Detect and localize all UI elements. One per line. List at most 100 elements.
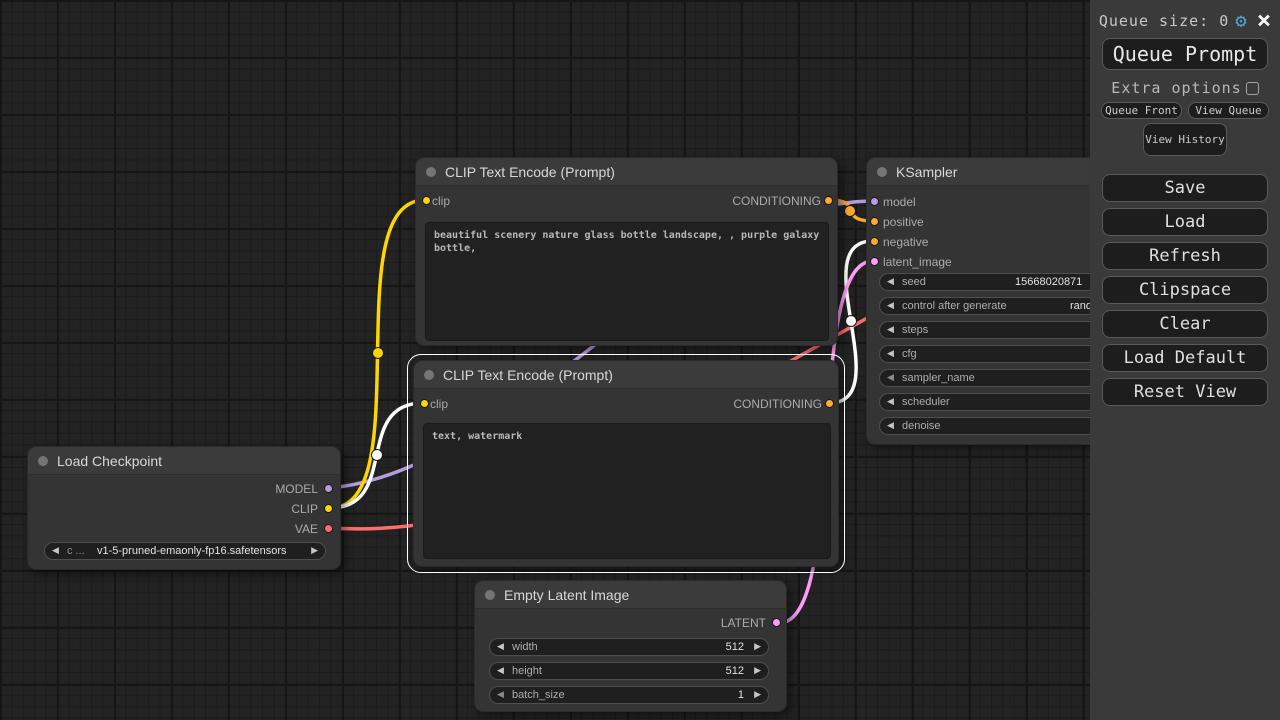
input-label: clip <box>430 397 449 411</box>
node-empty-latent-image[interactable]: Empty Latent Image LATENT ◀ width 512 ▶ … <box>474 580 787 712</box>
queue-prompt-button[interactable]: Queue Prompt <box>1102 38 1268 70</box>
input-slot-clip[interactable] <box>422 196 431 205</box>
input-slot-negative[interactable] <box>870 237 879 246</box>
input-label: positive <box>883 215 924 229</box>
widget-value: v1-5-pruned-emaonly-fp16.safetensors <box>97 545 287 557</box>
input-slot-latent-image[interactable] <box>870 257 879 266</box>
output-slot-conditioning[interactable] <box>825 399 834 408</box>
input-label: clip <box>432 194 451 208</box>
widget-label: scheduler <box>902 396 950 408</box>
decrement-arrow-icon[interactable]: ◀ <box>887 324 894 335</box>
extra-options-label: Extra options <box>1111 79 1242 97</box>
widget-label: cfg <box>902 348 917 360</box>
output-label: CONDITIONING <box>732 194 821 208</box>
clear-button[interactable]: Clear <box>1102 310 1268 338</box>
collapse-dot-icon[interactable] <box>485 590 495 600</box>
widget-label: control after generate <box>902 300 1007 312</box>
positive-prompt-textarea[interactable]: beautiful scenery nature glass bottle la… <box>425 222 829 341</box>
decrement-arrow-icon[interactable]: ◀ <box>887 348 894 359</box>
collapse-dot-icon[interactable] <box>877 167 887 177</box>
node-header[interactable]: Empty Latent Image <box>475 581 786 609</box>
queue-front-button[interactable]: Queue Front <box>1101 102 1182 119</box>
node-clip-text-encode-negative[interactable]: CLIP Text Encode (Prompt) clip CONDITION… <box>407 354 845 573</box>
decrement-arrow-icon[interactable]: ◀ <box>497 665 504 676</box>
output-slot-model[interactable] <box>324 484 333 493</box>
negative-prompt-textarea[interactable]: text, watermark <box>423 423 831 559</box>
node-load-checkpoint[interactable]: Load Checkpoint MODEL CLIP VAE ◀ c ... v… <box>27 446 341 570</box>
close-icon[interactable]: × <box>1257 8 1271 32</box>
widget-label: denoise <box>902 420 941 432</box>
output-label: VAE <box>294 522 318 536</box>
link-midpoint-dot <box>844 205 856 217</box>
node-title: Load Checkpoint <box>57 453 163 469</box>
increment-arrow-icon[interactable]: ▶ <box>754 641 761 652</box>
input-slot-model[interactable] <box>870 197 879 206</box>
node-header[interactable]: CLIP Text Encode (Prompt) <box>416 158 837 186</box>
increment-arrow-icon[interactable]: ▶ <box>754 665 761 676</box>
widget-label: batch_size <box>512 689 565 701</box>
input-slot-positive[interactable] <box>870 217 879 226</box>
decrement-arrow-icon[interactable]: ◀ <box>497 689 504 700</box>
decrement-arrow-icon[interactable]: ◀ <box>887 420 894 431</box>
extra-options-checkbox[interactable] <box>1245 81 1259 95</box>
input-label: latent_image <box>883 255 952 269</box>
decrement-arrow-icon[interactable]: ◀ <box>887 276 894 287</box>
node-graph-canvas[interactable]: { "icons": { "left_arrow": "◀", "right_a… <box>0 0 1280 720</box>
node-title: KSampler <box>896 164 958 180</box>
decrement-arrow-icon[interactable]: ◀ <box>887 372 894 383</box>
link-midpoint-dot <box>371 449 383 461</box>
refresh-button[interactable]: Refresh <box>1102 242 1268 270</box>
widget-value: 1 <box>737 689 744 701</box>
output-label: CLIP <box>291 502 318 516</box>
node-clip-text-encode-positive[interactable]: CLIP Text Encode (Prompt) clip CONDITION… <box>415 157 838 346</box>
queue-size-label: Queue size: 0 <box>1098 12 1230 30</box>
node-title: CLIP Text Encode (Prompt) <box>443 367 613 383</box>
link-midpoint-dot <box>372 347 384 359</box>
collapse-dot-icon[interactable] <box>426 167 436 177</box>
input-slot-clip[interactable] <box>420 399 429 408</box>
gear-icon[interactable]: ⚙ <box>1235 11 1246 31</box>
load-button[interactable]: Load <box>1102 208 1268 236</box>
node-title: CLIP Text Encode (Prompt) <box>445 164 615 180</box>
batch-size-widget[interactable]: ◀ batch_size 1 ▶ <box>489 686 769 704</box>
widget-label: width <box>512 641 538 653</box>
decrement-arrow-icon[interactable]: ◀ <box>52 545 59 556</box>
output-slot-vae[interactable] <box>324 524 333 533</box>
reset-view-button[interactable]: Reset View <box>1102 378 1268 406</box>
widget-label: height <box>512 665 542 677</box>
increment-arrow-icon[interactable]: ▶ <box>754 689 761 700</box>
link-midpoint-dot <box>845 315 857 327</box>
ckpt-name-combo[interactable]: ◀ c ... v1-5-pruned-emaonly-fp16.safeten… <box>44 542 326 560</box>
decrement-arrow-icon[interactable]: ◀ <box>887 396 894 407</box>
widget-value: 512 <box>725 641 744 653</box>
output-slot-latent[interactable] <box>772 618 781 627</box>
clipspace-button[interactable]: Clipspace <box>1102 276 1268 304</box>
widget-label: steps <box>902 324 929 336</box>
collapse-dot-icon[interactable] <box>424 370 434 380</box>
input-label: negative <box>883 235 929 249</box>
width-widget[interactable]: ◀ width 512 ▶ <box>489 638 769 656</box>
widget-label: seed <box>902 276 926 288</box>
output-slot-clip[interactable] <box>324 504 333 513</box>
input-label: model <box>883 195 916 209</box>
load-default-button[interactable]: Load Default <box>1102 344 1268 372</box>
save-button[interactable]: Save <box>1102 174 1268 202</box>
increment-arrow-icon[interactable]: ▶ <box>311 545 318 556</box>
widget-label-truncated: c ... <box>67 545 85 557</box>
height-widget[interactable]: ◀ height 512 ▶ <box>489 662 769 680</box>
output-label: CONDITIONING <box>733 397 822 411</box>
view-queue-button[interactable]: View Queue <box>1188 102 1269 119</box>
decrement-arrow-icon[interactable]: ◀ <box>497 641 504 652</box>
decrement-arrow-icon[interactable]: ◀ <box>887 300 894 311</box>
widget-value: 512 <box>725 665 744 677</box>
node-header[interactable]: Load Checkpoint <box>28 447 340 475</box>
output-slot-conditioning[interactable] <box>824 196 833 205</box>
output-label: MODEL <box>275 482 318 496</box>
output-label: LATENT <box>720 616 766 630</box>
widget-label: sampler_name <box>902 372 975 384</box>
view-history-button[interactable]: View History <box>1143 123 1227 156</box>
collapse-dot-icon[interactable] <box>38 456 48 466</box>
comfy-menu: Queue size: 0 ⚙ × Queue Prompt Extra opt… <box>1090 0 1280 720</box>
node-title: Empty Latent Image <box>504 587 630 603</box>
node-header[interactable]: CLIP Text Encode (Prompt) <box>414 361 838 389</box>
